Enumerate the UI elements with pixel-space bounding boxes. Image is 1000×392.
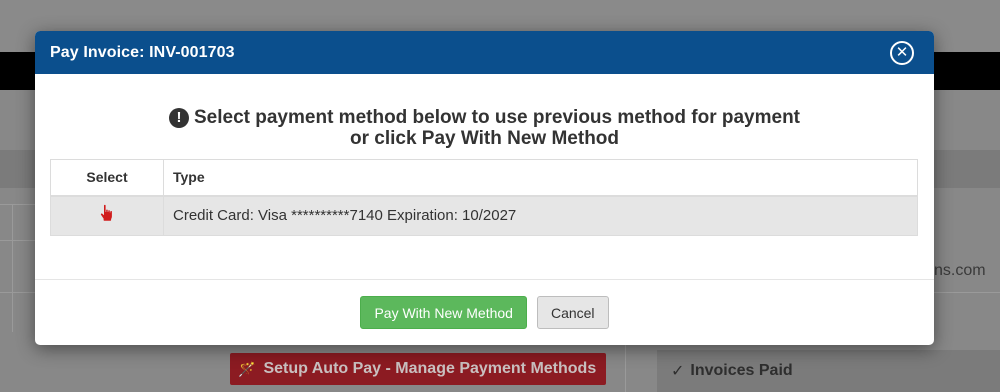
modal-title: Pay Invoice: INV-001703 xyxy=(50,43,235,61)
setup-auto-pay-button[interactable]: 🪄 Setup Auto Pay - Manage Payment Method… xyxy=(230,353,606,385)
column-header-type: Type xyxy=(163,159,918,197)
table-row[interactable]: Credit Card: Visa **********7140 Expirat… xyxy=(50,195,918,236)
cancel-button[interactable]: Cancel xyxy=(536,296,609,329)
select-cell[interactable] xyxy=(50,195,164,236)
pay-invoice-modal: Pay Invoice: INV-001703 ✕ ! Select paymen… xyxy=(35,31,934,345)
modal-body: ! Select payment method below to use prev… xyxy=(35,74,934,280)
invoices-paid-label: Invoices Paid xyxy=(690,362,793,379)
background-gridline xyxy=(625,345,626,392)
payment-methods-table: Select Type Credit Card: Visa **********… xyxy=(50,159,918,236)
payment-type-cell: Credit Card: Visa **********7140 Expirat… xyxy=(163,195,918,236)
setup-auto-pay-label: Setup Auto Pay - Manage Payment Methods xyxy=(263,360,597,377)
invoices-paid-panel[interactable]: ✓ Invoices Paid xyxy=(657,350,1000,392)
modal-header: Pay Invoice: INV-001703 ✕ xyxy=(35,31,934,74)
table-header-row: Select Type xyxy=(50,159,918,197)
checkmark-icon: ✓ xyxy=(671,363,685,380)
background-gridline xyxy=(934,292,1000,293)
pointing-hand-icon[interactable] xyxy=(99,204,115,227)
payment-prompt: ! Select payment method below to use prev… xyxy=(50,107,919,149)
prompt-line-1: Select payment method below to use previ… xyxy=(194,107,800,128)
magic-wand-icon: 🪄 xyxy=(238,360,256,377)
prompt-line-2: or click Pay With New Method xyxy=(349,128,620,149)
modal-footer: Pay With New Method Cancel xyxy=(35,280,934,344)
background-gridline xyxy=(12,204,13,332)
pay-with-new-method-button[interactable]: Pay With New Method xyxy=(360,296,527,329)
close-icon[interactable]: ✕ xyxy=(890,40,914,65)
background-email-text: ns.com xyxy=(934,262,986,279)
column-header-select: Select xyxy=(50,159,164,197)
exclamation-circle-icon: ! xyxy=(169,108,189,128)
